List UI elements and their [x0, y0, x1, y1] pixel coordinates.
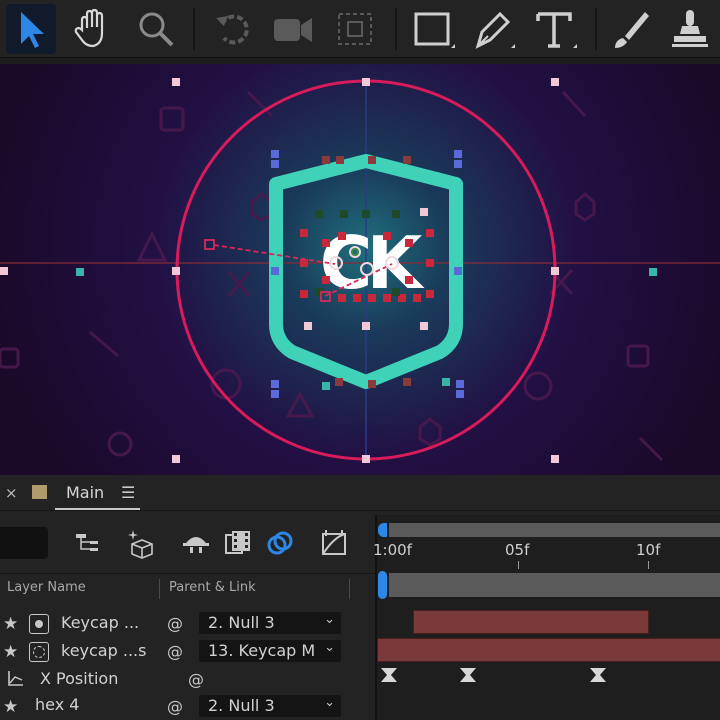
star-icon[interactable]: ★ — [3, 697, 18, 717]
frame-blending-button[interactable] — [222, 527, 254, 559]
tools-toolbar — [0, 0, 720, 58]
clone-stamp-tool-button[interactable] — [665, 4, 715, 54]
composition-viewport[interactable]: CK — [0, 64, 720, 475]
property-row[interactable]: X Position @ — [0, 666, 375, 694]
layer-column-header: Layer Name Parent & Link — [0, 573, 375, 603]
rectangle-tool-icon — [414, 12, 455, 48]
tab-main[interactable]: Main — [66, 483, 104, 502]
draft-3d-button[interactable] — [126, 527, 158, 559]
time-ruler-label: 10f — [636, 541, 661, 559]
hand-icon — [74, 8, 104, 48]
draft-3d-icon — [128, 530, 153, 559]
panel-tab-bar: × Main ☰ — [0, 475, 720, 511]
selection-tool-button[interactable] — [6, 4, 56, 54]
close-tab-button[interactable]: × — [5, 484, 18, 502]
keyframe-icon[interactable] — [459, 667, 477, 683]
chevron-down-icon: ⌄ — [324, 612, 335, 627]
active-tab-indicator — [55, 508, 140, 510]
type-tool-icon — [536, 12, 577, 48]
graph-editor-button[interactable] — [318, 527, 350, 559]
star-icon[interactable]: ★ — [3, 642, 18, 662]
time-ruler-tick — [648, 561, 649, 569]
chevron-down-icon: ⌄ — [324, 695, 335, 710]
composition-color-swatch — [32, 485, 47, 499]
pen-tool-icon — [475, 11, 515, 49]
brush-tool-button[interactable] — [605, 4, 655, 54]
motion-blur-icon — [267, 531, 293, 555]
keyframe-icon[interactable] — [380, 667, 398, 683]
layer-type-icon — [29, 614, 49, 634]
camera-tool-button[interactable] — [268, 4, 318, 54]
column-divider[interactable] — [349, 579, 350, 599]
layer-row[interactable]: ★ keycap ...s @ 13. Keycap M ⌄ — [0, 638, 375, 666]
pan-behind-tool-button[interactable] — [330, 4, 380, 54]
brush-tool-icon — [615, 12, 649, 48]
graph-editor-icon — [322, 530, 346, 555]
rotate-tool-button[interactable] — [208, 4, 258, 54]
hand-tool-button[interactable] — [68, 4, 118, 54]
app-window: CK × Main ☰ Layer Name Parent & Link ★ K… — [0, 0, 720, 720]
pick-whip-icon[interactable]: @ — [188, 670, 204, 689]
layer-name[interactable]: hex 4 — [35, 695, 79, 714]
layer-search-input[interactable] — [0, 527, 48, 559]
star-icon[interactable]: ★ — [3, 614, 18, 634]
shy-layers-button[interactable] — [180, 527, 212, 559]
pick-whip-icon[interactable]: @ — [167, 614, 183, 633]
selection-arrow-icon — [21, 12, 44, 48]
layer-duration-bar[interactable] — [377, 638, 720, 662]
zoom-tool-button[interactable] — [130, 4, 180, 54]
rectangle-tool-button[interactable] — [408, 4, 458, 54]
type-tool-button[interactable] — [530, 4, 580, 54]
layer-name[interactable]: Keycap ... — [61, 613, 139, 632]
time-ruler-tick — [518, 561, 519, 569]
panel-menu-icon[interactable]: ☰ — [121, 483, 135, 502]
clone-stamp-icon — [672, 10, 708, 47]
layer-type-icon — [29, 642, 49, 662]
keyframe-icon[interactable] — [589, 667, 607, 683]
layer-name-column[interactable]: Layer Name — [7, 580, 86, 595]
rotate-icon — [216, 14, 249, 45]
parent-link-column[interactable]: Parent & Link — [169, 580, 256, 595]
column-divider[interactable] — [159, 579, 160, 599]
property-name[interactable]: X Position — [40, 669, 118, 688]
motion-blur-button[interactable] — [264, 527, 296, 559]
layer-row[interactable]: ★ Keycap ... @ 2. Null 3 ⌄ — [0, 610, 375, 638]
parent-dropdown[interactable]: 2. Null 3 ⌄ — [199, 695, 341, 717]
frame-blending-icon — [225, 531, 250, 554]
pick-whip-icon[interactable]: @ — [167, 642, 183, 661]
layer-duration-bar[interactable] — [413, 610, 649, 634]
parent-dropdown[interactable]: 13. Keycap M ⌄ — [199, 640, 341, 662]
time-ruler-label: 05f — [505, 541, 530, 559]
chevron-down-icon: ⌄ — [324, 640, 335, 655]
current-time-indicator[interactable] — [378, 571, 387, 599]
pick-whip-icon[interactable]: @ — [167, 697, 183, 716]
zoom-icon — [139, 12, 174, 47]
pan-behind-icon — [338, 13, 372, 45]
pen-tool-button[interactable] — [468, 4, 518, 54]
time-ruler-label: 1:00f — [373, 541, 412, 559]
parent-dropdown[interactable]: 2. Null 3 ⌄ — [199, 612, 341, 634]
graph-icon[interactable] — [7, 669, 25, 687]
camera-icon — [274, 18, 312, 42]
shy-icon — [183, 537, 209, 553]
flowchart-icon — [76, 534, 98, 551]
composition-flowchart-button[interactable] — [72, 527, 104, 559]
layer-name[interactable]: keycap ...s — [61, 641, 146, 660]
layer-row[interactable]: ★ hex 4 @ 2. Null 3 ⌄ — [0, 693, 375, 720]
svg-text:CK: CK — [320, 221, 425, 305]
time-navigator[interactable] — [389, 523, 720, 537]
timeline-area[interactable]: 1:00f 05f 10f — [373, 515, 720, 720]
work-area-bar[interactable] — [389, 573, 720, 597]
navigator-start-handle[interactable] — [378, 523, 387, 537]
